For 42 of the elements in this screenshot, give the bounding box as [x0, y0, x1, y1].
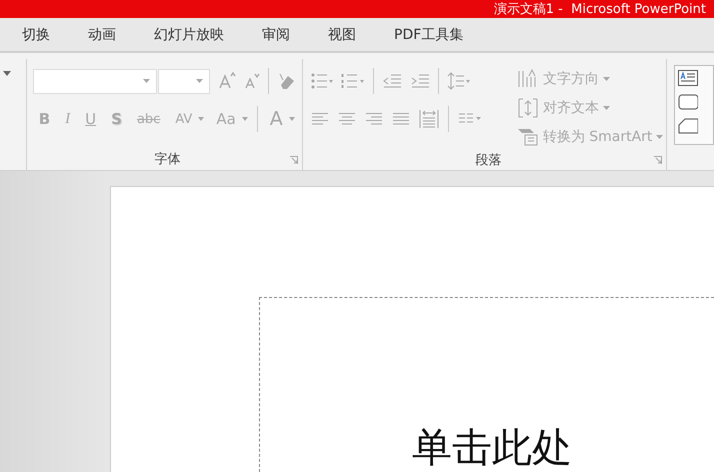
align-text-icon [516, 98, 539, 118]
caret-icon [602, 106, 610, 110]
distribute-icon[interactable] [418, 109, 439, 129]
font-size-field[interactable] [158, 68, 210, 94]
numbered-list-icon[interactable] [340, 73, 365, 89]
caret-icon[interactable] [3, 71, 11, 76]
caret-icon [142, 79, 150, 83]
ribbon-tab[interactable]: 视图 [326, 24, 358, 46]
increase-indent-icon[interactable] [410, 73, 430, 89]
caret-icon [656, 134, 664, 138]
justify-icon[interactable] [392, 112, 410, 126]
button-label: 文字方向 [542, 70, 599, 88]
ribbon-tab[interactable]: 切换 [20, 24, 52, 46]
grow-font-icon[interactable] [218, 72, 236, 90]
shapes-gallery[interactable] [674, 65, 714, 145]
caret-icon[interactable] [288, 117, 295, 121]
align-left-icon[interactable] [310, 112, 329, 126]
text-box-icon [678, 70, 698, 86]
caret-icon[interactable] [242, 117, 248, 121]
line-spacing-icon[interactable] [446, 72, 471, 90]
button-label: 转换为 SmartArt [542, 128, 652, 146]
shrink-font-icon[interactable] [244, 72, 260, 90]
window-title: 演示文稿1 - Microsoft PowerPoint [494, 1, 706, 18]
caret-icon [196, 79, 203, 83]
button-label: 对齐文本 [542, 98, 599, 116]
ribbon-tab[interactable]: 审阅 [260, 24, 292, 46]
placeholder-text: 单击此处 [412, 425, 572, 471]
caret-icon [602, 76, 610, 80]
smartart-icon [516, 126, 539, 146]
ribbon-tab[interactable]: PDF工具集 [392, 24, 466, 46]
caret-icon[interactable] [198, 117, 204, 121]
group-label: 段落 [475, 152, 502, 169]
group-label: 字体 [154, 151, 180, 168]
align-center-icon[interactable] [338, 112, 356, 126]
dialog-launcher-icon[interactable] [290, 156, 298, 164]
decrease-indent-icon[interactable] [382, 73, 402, 89]
dialog-launcher-icon[interactable] [654, 156, 662, 164]
bullet-list-icon[interactable] [310, 73, 333, 89]
ribbon-tab[interactable]: 动画 [86, 24, 118, 46]
ribbon-tab[interactable]: 幻灯片放映 [152, 24, 226, 46]
align-right-icon[interactable] [364, 112, 383, 126]
eraser-icon[interactable] [276, 71, 297, 91]
